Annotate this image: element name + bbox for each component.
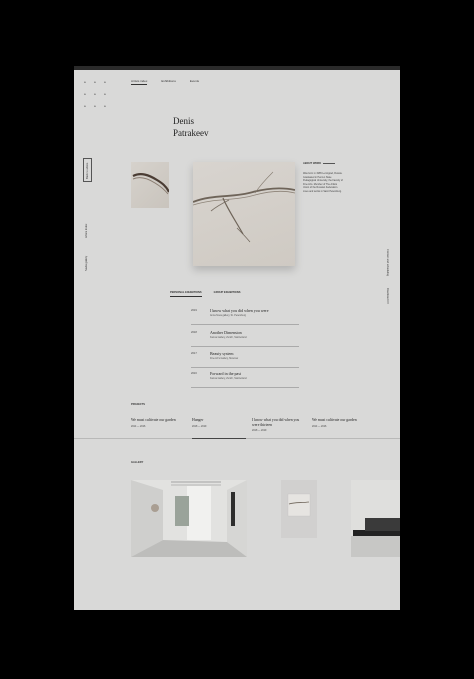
exhibition-title: Forward in the past (210, 371, 241, 376)
exhibition-title: I know what you did when you were (210, 308, 269, 313)
branch-artwork-icon (192, 171, 296, 243)
gallery-label: GALLERY (131, 461, 144, 464)
gallery-image[interactable] (351, 480, 400, 557)
project-item[interactable]: We must cultivate our garden 2014 — 2016 (312, 418, 364, 428)
tab-group-exhibitions[interactable]: GROUP EXHIBITIONS (214, 291, 241, 297)
back-button[interactable]: Back to artists (83, 158, 92, 182)
exhibition-venue: Fine Art's Gallery, Moscow (210, 357, 239, 360)
project-date: 2018 — 2019 (192, 424, 207, 428)
exhibition-venue: Anna Nova gallery, St. Petersburg (210, 314, 246, 317)
exhibition-title: Another Dimension (210, 330, 242, 335)
exhibition-item[interactable]: 2016 Forward in the past Kanna Gallery, … (191, 369, 299, 388)
gallery-image[interactable] (281, 480, 317, 538)
logo[interactable]: a a a a a a a a a (84, 80, 124, 110)
exhibition-venue: Kanna Gallery, Zurich, Switzerland (210, 377, 247, 380)
gallery-sculpture-photo-icon (351, 480, 400, 557)
logo-letter: a (84, 80, 86, 84)
artwork-main-image[interactable] (192, 162, 296, 266)
exhibition-year: 2017 (191, 352, 197, 355)
side-label-artists-index[interactable]: Artists Index (85, 224, 88, 238)
projects-label: PROJECTS (131, 403, 145, 406)
project-date: 2014 — 2016 (131, 424, 146, 428)
logo-letter: a (104, 80, 106, 84)
branch-artwork-icon (132, 173, 170, 195)
project-title: I know what you did when you were thirte… (252, 418, 300, 427)
gallery-artwork-photo-icon (281, 480, 317, 538)
nav-events[interactable]: Events (190, 79, 199, 85)
about-label: ABOUT WORK (303, 162, 322, 165)
artwork-thumbnail[interactable] (131, 162, 170, 208)
project-title: We must cultivate our garden (312, 418, 357, 422)
logo-letter: a (104, 104, 106, 108)
exhibition-year: 2016 (191, 372, 197, 375)
exhibition-item[interactable]: 2017 Beauty system Fine Art's Gallery, M… (191, 349, 299, 368)
exhibition-tabs: PERSONAL EXHIBITIONS GROUP EXHIBITIONS (170, 291, 240, 297)
artist-first-name: Denis (173, 116, 194, 126)
logo-letter: a (94, 104, 96, 108)
main-nav: Artists index Exhibitions Events (131, 79, 199, 85)
about-text: Was born in 1985 Leningrad, Russia. Grad… (303, 172, 343, 193)
project-item[interactable]: Hunger 2018 — 2019 (192, 418, 244, 428)
logo-letter: a (104, 92, 106, 96)
exhibition-title: Beauty system (210, 351, 234, 356)
artist-name: Denis Patrakeev (173, 115, 208, 139)
side-label-gallery[interactable]: Nadia gallery (85, 256, 88, 271)
exhibition-year: 2018 (191, 331, 197, 334)
logo-letter: a (84, 92, 86, 96)
exhibition-venue: Kanna Gallery, Zurich, Switzerland (210, 336, 247, 339)
logo-letter: a (94, 92, 96, 96)
exhibition-year: 2019 (191, 309, 197, 312)
side-label-download-cv[interactable]: Download CV (386, 288, 389, 304)
project-date: 2014 — 2016 (312, 424, 327, 428)
exhibition-item[interactable]: 2018 Another Dimension Kanna Gallery, Zu… (191, 328, 299, 347)
logo-letter: a (94, 80, 96, 84)
nav-exhibitions[interactable]: Exhibitions (161, 79, 176, 85)
gallery-room-photo-icon (131, 480, 247, 557)
artist-last-name: Patrakeev (173, 128, 209, 138)
logo-letter: a (84, 104, 86, 108)
side-label-contact[interactable]: Contact and scheduling (386, 249, 389, 276)
project-date: 2018 — 2019 (252, 429, 267, 433)
project-item[interactable]: I know what you did when you were thirte… (252, 418, 304, 432)
nav-artists-index[interactable]: Artists index (131, 79, 148, 85)
gallery-image[interactable] (131, 480, 247, 557)
artist-page: a a a a a a a a a Artists index Exhibiti… (74, 66, 400, 610)
about-divider (323, 163, 335, 164)
top-bar (74, 66, 400, 70)
projects-active-indicator (192, 438, 246, 439)
project-title: We must cultivate our garden (131, 418, 176, 422)
back-button-label: Back to artists (85, 162, 89, 179)
exhibition-item[interactable]: 2019 I know what you did when you were A… (191, 306, 299, 325)
project-title: Hunger (192, 418, 204, 422)
tab-personal-exhibitions[interactable]: PERSONAL EXHIBITIONS (170, 291, 202, 297)
project-item[interactable]: We must cultivate our garden 2014 — 2016 (131, 418, 183, 428)
